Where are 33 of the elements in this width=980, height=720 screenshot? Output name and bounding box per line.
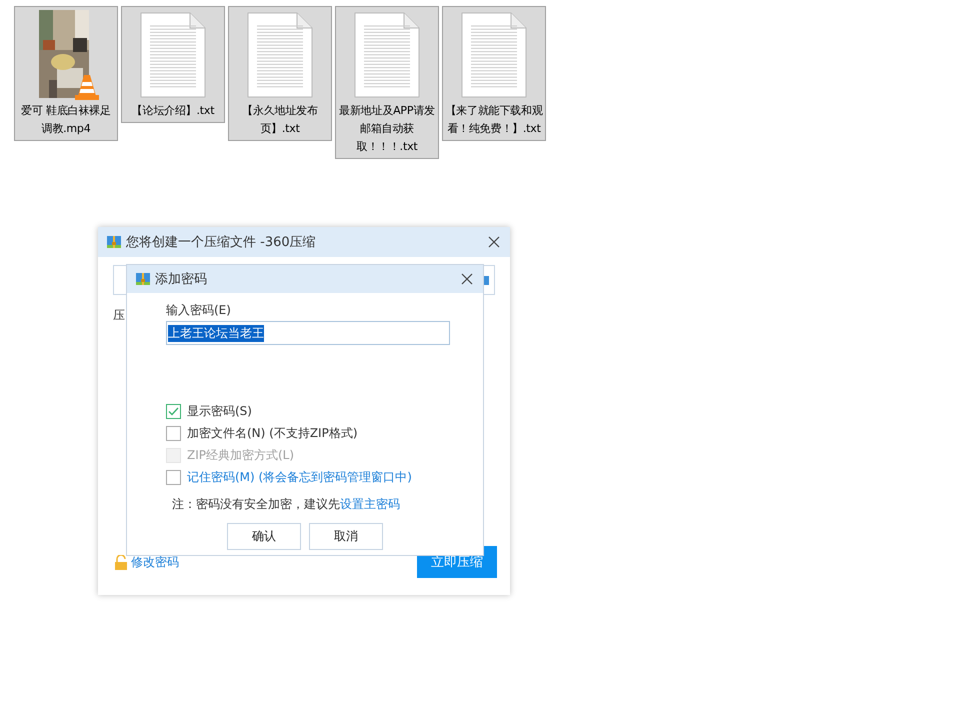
note-text: 注：密码没有安全加密，建议先设置主密码 — [172, 496, 401, 513]
checkbox[interactable] — [166, 470, 181, 485]
archive-icon — [106, 234, 122, 250]
set-master-password-link[interactable]: 设置主密码 — [340, 497, 400, 511]
text-file-icon — [140, 12, 206, 98]
change-password-link[interactable]: 修改密码 — [131, 554, 179, 570]
text-file-icon — [247, 12, 313, 98]
text-file-icon — [461, 12, 527, 98]
close-icon[interactable] — [461, 273, 473, 285]
option-label: 显示密码(S) — [187, 403, 252, 420]
archive-icon — [135, 271, 151, 287]
dialog-button[interactable]: 取消 — [309, 523, 383, 550]
file-item[interactable]: 爱可 鞋底白袜裸足调教.mp4 — [14, 6, 118, 141]
file-item[interactable]: 【来了就能下载和观看！纯免费！】.txt — [442, 6, 546, 141]
password-field[interactable]: 上老王论坛当老王 — [166, 321, 450, 345]
dialog-button[interactable]: 确认 — [227, 523, 301, 550]
field-label: 输入密码(E) — [166, 302, 232, 319]
option-label: ZIP经典加密方式(L) — [187, 447, 294, 464]
file-item[interactable]: 【永久地址发布页】.txt — [228, 6, 332, 141]
window-title: 您将创建一个压缩文件 -360压缩 — [126, 234, 317, 251]
field-label: 压 — [113, 307, 125, 324]
checkbox[interactable] — [166, 426, 181, 441]
file-item[interactable]: 【论坛介绍】.txt — [121, 6, 225, 123]
traffic-cone-icon — [75, 74, 99, 100]
file-item[interactable]: 最新地址及APP请发邮箱自动获取！！！.txt — [335, 6, 439, 159]
dialog-title: 添加密码 — [155, 271, 208, 288]
close-icon[interactable] — [488, 236, 500, 248]
password-value: 上老王论坛当老王 — [168, 324, 264, 342]
checkbox[interactable] — [166, 404, 181, 419]
option-label: 加密文件名(N) (不支持ZIP格式) — [187, 425, 358, 442]
lock-icon — [114, 554, 128, 570]
text-file-icon — [354, 12, 420, 98]
option-label: 记住密码(M) (将会备忘到密码管理窗口中) — [187, 469, 412, 486]
